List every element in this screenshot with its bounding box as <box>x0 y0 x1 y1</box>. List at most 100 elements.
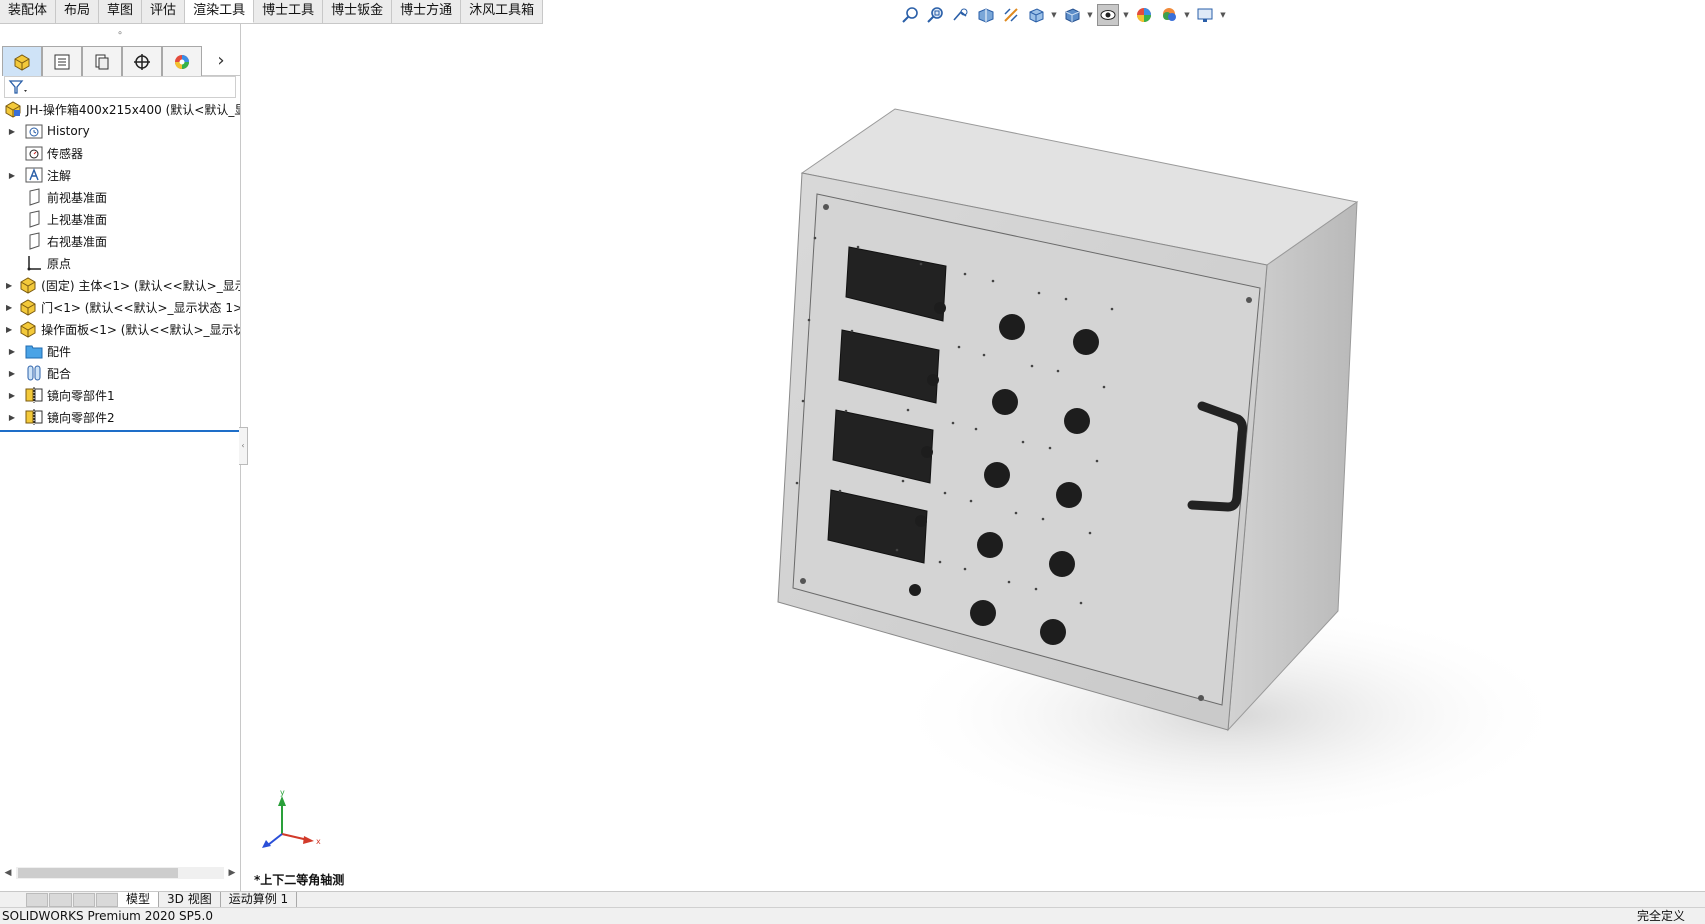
dynamic-annotation-icon[interactable] <box>1000 4 1022 26</box>
tree-root-label: JH-操作箱400x215x400 (默认<默认_显示状态-1>) <box>26 102 240 117</box>
panel-grip[interactable]: ⚬ <box>0 24 240 44</box>
chevron-down-icon[interactable]: ▼ <box>1183 4 1191 26</box>
tab-boshi-tools[interactable]: 博士工具 <box>254 0 324 23</box>
expand-arrow-icon[interactable]: ▶ <box>6 127 18 136</box>
tab-sketch[interactable]: 草图 <box>99 0 143 23</box>
view-settings-icon[interactable] <box>1194 4 1216 26</box>
expand-arrow-icon[interactable]: ▶ <box>6 171 18 180</box>
tab-3d-views[interactable]: 3D 视图 <box>159 891 221 908</box>
dimxpert-tab[interactable] <box>122 46 162 76</box>
expand-arrow-icon[interactable]: ▶ <box>6 413 18 422</box>
expand-arrow-icon[interactable]: ▶ <box>6 325 12 334</box>
section-view-icon[interactable] <box>975 4 997 26</box>
tree-item-label: (固定) 主体<1> (默认<<默认>_显示状态 1>) <box>41 278 240 293</box>
mirror-component-icon <box>25 386 43 404</box>
tree-item-history[interactable]: ▶ History <box>0 120 240 142</box>
tree-item-label: 配合 <box>47 366 72 381</box>
command-manager-tabs: 装配体 布局 草图 评估 渲染工具 博士工具 博士钣金 博士方通 沐风工具箱 <box>0 0 544 24</box>
rollback-bar[interactable] <box>0 430 240 432</box>
history-folder-icon <box>25 122 43 140</box>
tab-mufeng-toolbox[interactable]: 沐风工具箱 <box>461 0 544 23</box>
tree-item-mates[interactable]: ▶ 配合 <box>0 362 240 384</box>
expand-arrow-icon[interactable]: ▶ <box>6 281 12 290</box>
triad-y-label: y <box>280 790 285 797</box>
zoom-to-fit-icon[interactable] <box>900 4 922 26</box>
previous-view-icon[interactable] <box>950 4 972 26</box>
apply-scene-icon[interactable] <box>1158 4 1180 26</box>
expand-arrow-icon[interactable]: ▶ <box>6 391 18 400</box>
tree-item-body-part[interactable]: ▶ (固定) 主体<1> (默认<<默认>_显示状态 1>) <box>0 274 240 296</box>
propertymanager-tab[interactable] <box>42 46 82 76</box>
tree-item-label: 传感器 <box>47 146 84 161</box>
filter-icon <box>8 80 27 94</box>
mirror-component-icon <box>25 408 43 426</box>
product-version-text: SOLIDWORKS Premium 2020 SP5.0 <box>2 909 213 923</box>
chevron-down-icon[interactable]: ▼ <box>1122 4 1130 26</box>
propertymanager-icon <box>54 54 70 69</box>
expand-arrow-icon[interactable]: ▶ <box>6 303 12 312</box>
tab-evaluate[interactable]: 评估 <box>142 0 186 23</box>
zoom-to-area-icon[interactable] <box>925 4 947 26</box>
tree-item-annotations[interactable]: ▶ 注解 <box>0 164 240 186</box>
chevron-down-icon[interactable]: ▼ <box>1050 4 1058 26</box>
tree-item-origin[interactable]: ▶ 原点 <box>0 252 240 274</box>
configurationmanager-icon <box>95 54 109 69</box>
enclosure-3d-model[interactable] <box>760 105 1600 865</box>
part-icon <box>19 298 37 316</box>
more-tabs-arrow-icon[interactable]: › <box>202 46 240 75</box>
tree-item-accessories-folder[interactable]: ▶ 配件 <box>0 340 240 362</box>
featuremanager-tab[interactable] <box>2 46 42 76</box>
tree-item-front-plane[interactable]: ▶ 前视基准面 <box>0 186 240 208</box>
part-icon <box>19 276 37 294</box>
origin-icon <box>25 254 43 272</box>
scroll-track[interactable] <box>16 867 224 879</box>
tree-filter[interactable] <box>4 76 236 98</box>
scroll-left-icon[interactable]: ◀ <box>0 868 16 878</box>
tab-model[interactable]: 模型 <box>118 891 160 908</box>
tree-item-sensors[interactable]: ▶ 传感器 <box>0 142 240 164</box>
expand-arrow-icon[interactable]: ▶ <box>6 347 18 356</box>
scroll-thumb[interactable] <box>18 868 178 878</box>
tree-item-right-plane[interactable]: ▶ 右视基准面 <box>0 230 240 252</box>
bottom-tab-bar: 模型 3D 视图 运动算例 1 <box>0 891 1705 908</box>
tree-item-label: 配件 <box>47 344 72 359</box>
tree-root-assembly[interactable]: JH-操作箱400x215x400 (默认<默认_显示状态-1>) <box>0 98 240 120</box>
tab-scroll-arrows[interactable] <box>26 892 118 907</box>
heads-up-view-toolbar: ▼ ▼ ▼ ▼ ▼ <box>900 3 1227 27</box>
tab-assembly[interactable]: 装配体 <box>0 0 57 23</box>
tree-item-label: 注解 <box>47 168 72 183</box>
panel-collapse-handle[interactable]: ‹ <box>239 427 248 465</box>
tab-boshi-tube[interactable]: 博士方通 <box>392 0 462 23</box>
tree-horizontal-scrollbar[interactable]: ◀ ▶ <box>0 865 240 881</box>
displaymanager-tab[interactable] <box>162 46 202 76</box>
tab-motion-study[interactable]: 运动算例 1 <box>221 891 298 908</box>
tree-item-label: 右视基准面 <box>47 234 108 249</box>
tree-item-door-part[interactable]: ▶ 门<1> (默认<<默认>_显示状态 1>) <box>0 296 240 318</box>
tree-item-panel-part[interactable]: ▶ 操作面板<1> (默认<<默认>_显示状态 1>) <box>0 318 240 340</box>
tab-boshi-sheetmetal[interactable]: 博士钣金 <box>323 0 393 23</box>
feature-tree: JH-操作箱400x215x400 (默认<默认_显示状态-1>) ▶ Hist… <box>0 98 240 432</box>
edit-appearance-icon[interactable] <box>1133 4 1155 26</box>
assembly-icon <box>4 100 22 118</box>
scroll-right-icon[interactable]: ▶ <box>224 868 240 878</box>
tree-item-label: 操作面板<1> (默认<<默认>_显示状态 1>) <box>41 322 240 337</box>
tab-render-tools[interactable]: 渲染工具 <box>185 0 255 23</box>
part-icon <box>19 320 37 338</box>
chevron-down-icon[interactable]: ▼ <box>1086 4 1094 26</box>
hide-show-items-icon[interactable] <box>1097 4 1119 26</box>
triad-x-label: x <box>316 837 321 846</box>
reference-triad: y x <box>262 790 321 848</box>
display-style-icon[interactable] <box>1061 4 1083 26</box>
tree-item-label: 镜向零部件2 <box>47 410 115 425</box>
tab-layout[interactable]: 布局 <box>56 0 100 23</box>
plane-icon <box>25 210 43 228</box>
tree-item-mirror-component-1[interactable]: ▶ 镜向零部件1 <box>0 384 240 406</box>
chevron-down-icon[interactable]: ▼ <box>1219 4 1227 26</box>
status-bar: SOLIDWORKS Premium 2020 SP5.0 完全定义 <box>0 907 1705 924</box>
feature-manager-panel: ⚬ › JH-操作箱400x215x400 (默认<默认_ ▶ History … <box>0 24 241 891</box>
expand-arrow-icon[interactable]: ▶ <box>6 369 18 378</box>
view-orientation-icon[interactable] <box>1025 4 1047 26</box>
configurationmanager-tab[interactable] <box>82 46 122 76</box>
tree-item-mirror-component-2[interactable]: ▶ 镜向零部件2 <box>0 406 240 428</box>
tree-item-top-plane[interactable]: ▶ 上视基准面 <box>0 208 240 230</box>
